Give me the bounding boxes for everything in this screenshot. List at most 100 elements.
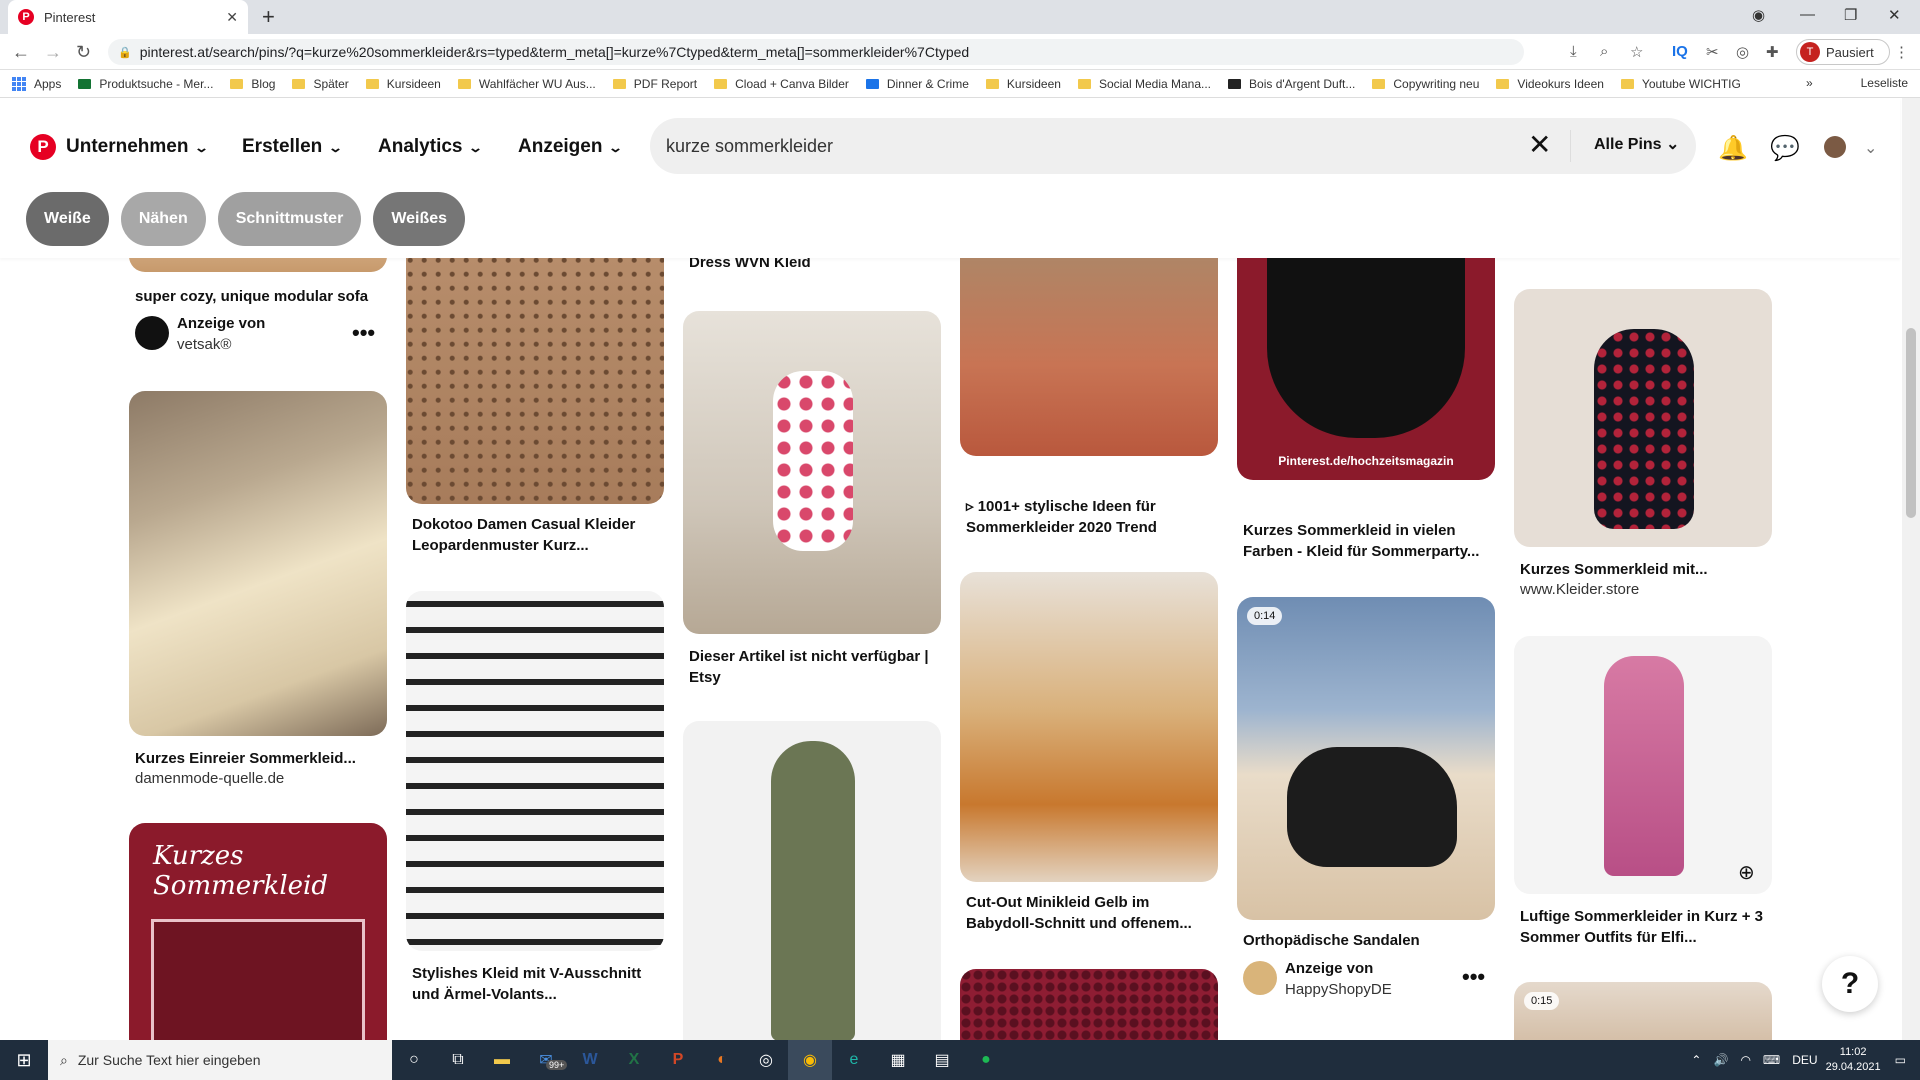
pin-title[interactable]: Kurzes Sommerkleid mit... (1520, 559, 1770, 580)
forward-icon[interactable]: → (44, 42, 62, 63)
pin-image-leopard-dress[interactable] (406, 258, 664, 504)
bookmark-folder[interactable]: Später (292, 77, 349, 91)
app-icon[interactable]: ▤ (920, 1040, 964, 1080)
pin-title[interactable]: Kurzes Sommerkleid in vielen Farben - Kl… (1243, 520, 1493, 562)
new-tab-icon[interactable]: + (262, 4, 275, 30)
help-button[interactable]: ? (1822, 956, 1878, 1012)
pin-image-sandals[interactable]: 0:14 (1237, 597, 1495, 920)
advertiser-avatar[interactable] (1243, 961, 1277, 995)
cortana-icon[interactable]: ○ (392, 1040, 436, 1080)
user-avatar[interactable] (1824, 136, 1846, 158)
word-icon[interactable]: W (568, 1040, 612, 1080)
chrome-icon[interactable]: ◉ (788, 1040, 832, 1080)
star-icon[interactable]: ☆ (1630, 43, 1643, 61)
zoom-lens-icon[interactable]: ⊕ (1738, 860, 1755, 885)
page-scrollbar[interactable] (1902, 98, 1920, 1040)
pin-title[interactable]: Dieser Artikel ist nicht verfügbar | Ets… (689, 646, 939, 688)
menu-erstellen[interactable]: Erstellen ⌄ (242, 136, 343, 158)
taskbar-search[interactable]: ⌕ Zur Suche Text hier eingeben (48, 1040, 392, 1080)
pin-title[interactable]: Kurzes Einreier Sommerkleid... (135, 748, 385, 769)
tab-search-icon[interactable]: ◉ (1752, 6, 1765, 24)
bookmark-folder[interactable]: Videokurs Ideen (1496, 77, 1604, 91)
excel-icon[interactable]: X (612, 1040, 656, 1080)
bookmark-item[interactable]: Bois d'Argent Duft... (1228, 77, 1355, 91)
windows-start-icon[interactable]: ⊞ (0, 1040, 48, 1080)
pin-image-red-banner[interactable]: Kurzes Sommerkleid (129, 823, 387, 1040)
pin-title[interactable]: Stylishes Kleid mit V-Ausschnitt und Ärm… (412, 963, 662, 1005)
advertiser-avatar[interactable] (135, 316, 169, 350)
extension-iq-icon[interactable]: IQ (1672, 43, 1688, 60)
browser-menu-icon[interactable]: ⋮ (1894, 43, 1909, 61)
chip-weisses[interactable]: Weißes (373, 192, 466, 246)
menu-analytics[interactable]: Analytics ⌄ (378, 136, 484, 158)
menu-anzeigen[interactable]: Anzeigen ⌄ (518, 136, 624, 158)
keyboard-icon[interactable]: ⌨ (1763, 1053, 1780, 1067)
more-options-icon[interactable]: ••• (1462, 964, 1485, 990)
reading-list[interactable]: Leseliste (1861, 76, 1908, 90)
extension-globe-icon[interactable]: ◎ (1736, 43, 1749, 61)
bookmark-folder[interactable]: Copywriting neu (1372, 77, 1479, 91)
pin-title[interactable]: Luftige Sommerkleider in Kurz + 3 Sommer… (1520, 906, 1770, 948)
search-input[interactable] (666, 135, 1466, 157)
chip-weisse[interactable]: Weiße (26, 192, 109, 246)
file-explorer-icon[interactable]: ▬ (480, 1040, 524, 1080)
pin-title[interactable]: super cozy, unique modular sofa (135, 286, 385, 307)
volume-icon[interactable]: 🔊 (1713, 1053, 1728, 1067)
clock[interactable]: 11:02 29.04.2021 (1826, 1045, 1881, 1075)
minimize-icon[interactable]: — (1800, 6, 1815, 23)
window-close-icon[interactable]: ✕ (1888, 6, 1901, 24)
network-icon[interactable]: ◠ (1740, 1053, 1750, 1067)
pin-image-backless-dress[interactable] (1514, 289, 1772, 547)
bookmark-folder[interactable]: Kursideen (985, 77, 1061, 91)
app-icon[interactable]: ▦ (876, 1040, 920, 1080)
edge-icon[interactable]: e (832, 1040, 876, 1080)
chip-naehen[interactable]: Nähen (120, 192, 206, 246)
mail-icon[interactable]: ✉ 99+ (524, 1040, 568, 1080)
obs-icon[interactable]: ◎ (744, 1040, 788, 1080)
extension-icon[interactable]: ✂ (1706, 43, 1719, 61)
scrollbar-thumb[interactable] (1906, 328, 1916, 518)
bookmark-folder[interactable]: Social Media Mana... (1077, 77, 1211, 91)
pin-source[interactable]: damenmode-quelle.de (135, 770, 284, 787)
pin-source[interactable]: HappyShopyDE (1285, 981, 1392, 998)
menu-unternehmen[interactable]: Unternehmen ⌄ (66, 136, 210, 158)
install-icon[interactable]: ⤓ (1570, 43, 1577, 60)
bookmark-folder[interactable]: Youtube WICHTIG (1620, 77, 1741, 91)
bookmark-folder[interactable]: Kursideen (365, 77, 441, 91)
zoom-icon[interactable]: ⌕ (1600, 43, 1608, 60)
spotify-icon[interactable]: ● (964, 1040, 1008, 1080)
extensions-puzzle-icon[interactable]: ✚ (1766, 43, 1779, 61)
messages-icon[interactable]: 💬 (1770, 134, 1800, 163)
browser-tab[interactable]: P Pinterest ✕ (8, 0, 248, 34)
pin-image-lace-dress[interactable] (960, 969, 1218, 1040)
pin-title[interactable]: Cut-Out Minikleid Gelb im Babydoll-Schni… (966, 892, 1216, 934)
pin-image-rug-dress[interactable] (960, 258, 1218, 456)
pin-image-striped-dress[interactable] (406, 591, 664, 951)
bookmark-item[interactable]: Dinner & Crime (865, 77, 969, 91)
profile-button[interactable]: T Pausiert (1796, 39, 1890, 65)
pin-title[interactable]: Orthopädische Sandalen (1243, 930, 1493, 951)
pin-title[interactable]: Dress WVN Kleid (689, 258, 939, 273)
task-view-icon[interactable]: ⧉ (436, 1040, 480, 1080)
bookmark-folder[interactable]: Blog (230, 77, 275, 91)
reload-icon[interactable]: ↻ (76, 42, 91, 63)
account-chevron-icon[interactable]: ⌄ (1864, 138, 1877, 158)
language-indicator[interactable]: DEU (1792, 1053, 1817, 1067)
pinterest-logo-icon[interactable]: P (30, 134, 56, 160)
notifications-icon[interactable]: ▭ (1895, 1053, 1906, 1067)
restore-icon[interactable]: ❐ (1844, 6, 1857, 24)
pin-image-pink-dress[interactable]: ⊕ (1514, 636, 1772, 894)
tray-expand-icon[interactable]: ⌃ (1691, 1053, 1701, 1067)
pin-image-floral-dress[interactable] (683, 311, 941, 634)
more-options-icon[interactable]: ••• (352, 320, 375, 346)
pin-source[interactable]: vetsak® (177, 336, 231, 353)
app-icon[interactable]: ◐ (700, 1040, 744, 1080)
pin-image-yellow-dress[interactable] (960, 572, 1218, 882)
bookmark-folder[interactable]: Wahlfächer WU Aus... (457, 77, 596, 91)
pin-title[interactable]: ▹ 1001+ stylische Ideen für Sommerkleide… (966, 496, 1216, 538)
back-icon[interactable]: ← (12, 42, 30, 63)
close-tab-icon[interactable]: ✕ (226, 9, 238, 26)
pin-image-sofa[interactable] (129, 258, 387, 272)
powerpoint-icon[interactable]: P (656, 1040, 700, 1080)
chip-schnittmuster[interactable]: Schnittmuster (217, 192, 362, 246)
